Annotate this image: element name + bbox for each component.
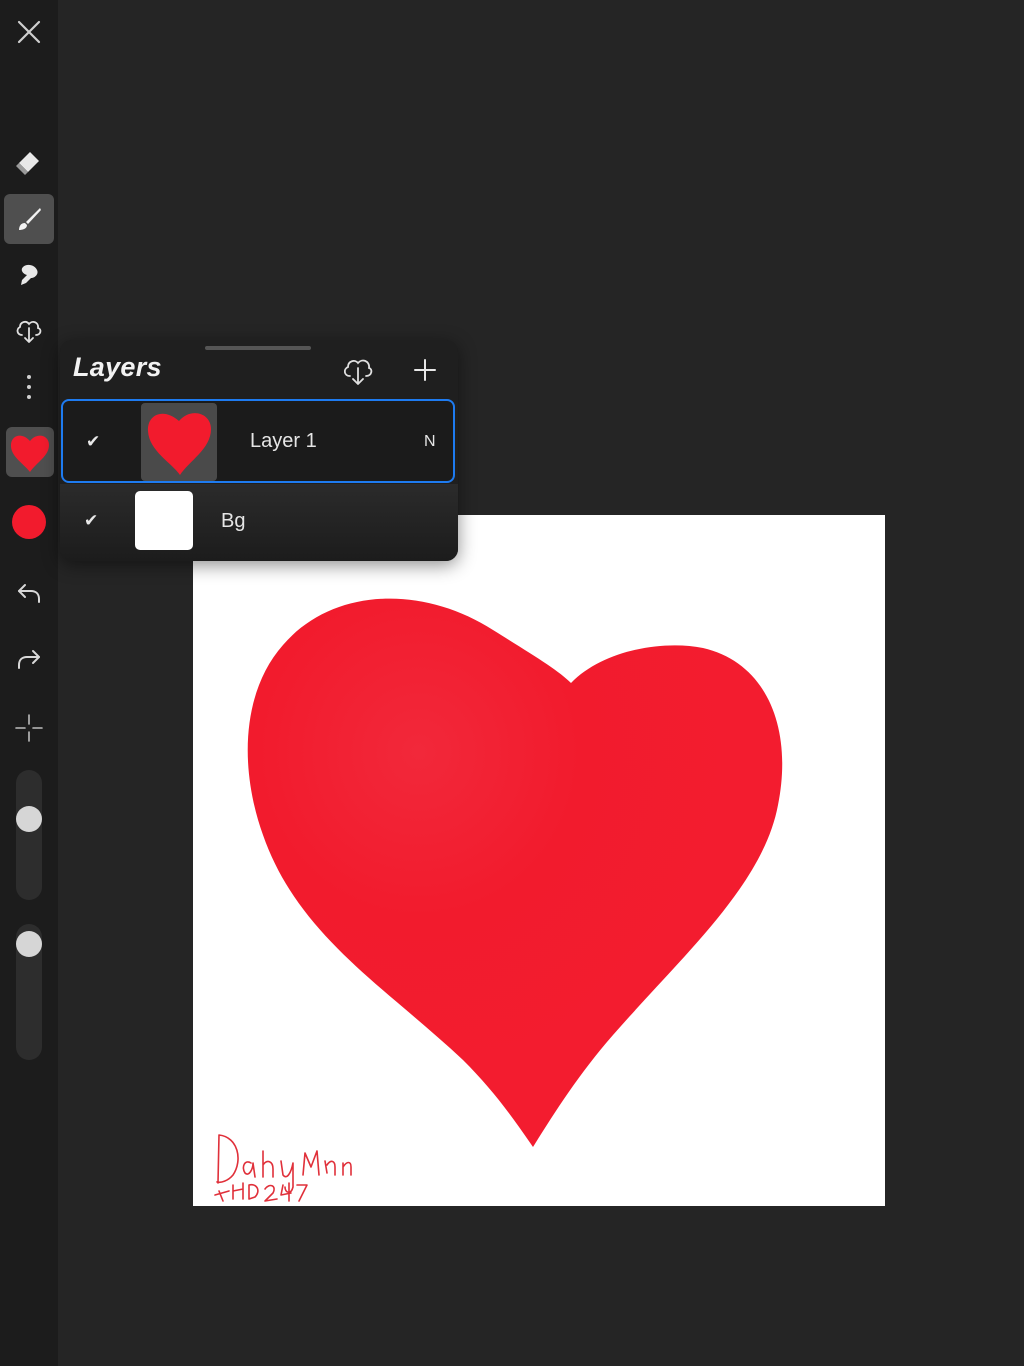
download-cloud-icon	[16, 320, 42, 343]
opacity-handle[interactable]	[16, 931, 42, 957]
heart-thumbnail-icon	[147, 413, 211, 475]
color-button[interactable]	[4, 497, 54, 547]
layers-panel: Layers ✔ Layer 1 N ✔ Bg	[60, 340, 458, 561]
plus-icon	[414, 359, 436, 381]
current-color-swatch	[12, 505, 46, 539]
heart-drawing	[214, 598, 783, 1202]
panel-title: Layers	[73, 352, 162, 382]
panel-grabber[interactable]	[205, 346, 311, 350]
heart-thumbnail-icon	[10, 435, 50, 472]
smudge-button[interactable]	[4, 250, 54, 300]
redo-icon	[18, 650, 40, 669]
smudge-icon	[21, 264, 38, 285]
import-button[interactable]	[4, 305, 54, 355]
opacity-slider[interactable]	[16, 924, 42, 1060]
brush-size-slider[interactable]	[16, 770, 42, 900]
more-vertical-icon	[27, 375, 31, 399]
visibility-checkbox[interactable]: ✔	[84, 511, 98, 531]
layer-name: Bg	[221, 510, 246, 532]
add-layer-button[interactable]	[406, 352, 444, 388]
layers-button[interactable]	[6, 427, 54, 477]
close-icon	[17, 20, 41, 44]
visibility-checkbox[interactable]: ✔	[86, 432, 100, 452]
bg-color-thumbnail	[135, 491, 193, 550]
layer-row-bg[interactable]: ✔ Bg	[60, 484, 458, 561]
artist-signature	[214, 1134, 352, 1202]
more-button[interactable]	[4, 362, 54, 412]
undo-button[interactable]	[4, 568, 54, 618]
brush-button[interactable]	[4, 194, 54, 244]
transform-button[interactable]	[4, 703, 54, 753]
layer-thumbnail	[141, 403, 217, 481]
crosshair-icon	[15, 714, 43, 742]
blend-mode-button[interactable]: N	[424, 433, 436, 451]
drawing-canvas[interactable]	[193, 515, 885, 1206]
download-cloud-icon	[343, 359, 373, 385]
brush-size-handle[interactable]	[16, 806, 42, 832]
import-layer-button[interactable]	[339, 352, 377, 388]
eraser-button[interactable]	[4, 137, 54, 187]
redo-button[interactable]	[4, 634, 54, 684]
eraser-icon	[16, 152, 39, 175]
undo-icon	[18, 584, 40, 603]
brush-icon	[19, 208, 41, 230]
layer-row-layer-1[interactable]: ✔ Layer 1 N	[61, 399, 455, 483]
left-toolbar	[0, 0, 58, 1366]
close-button[interactable]	[4, 7, 54, 57]
layer-name: Layer 1	[250, 430, 317, 452]
